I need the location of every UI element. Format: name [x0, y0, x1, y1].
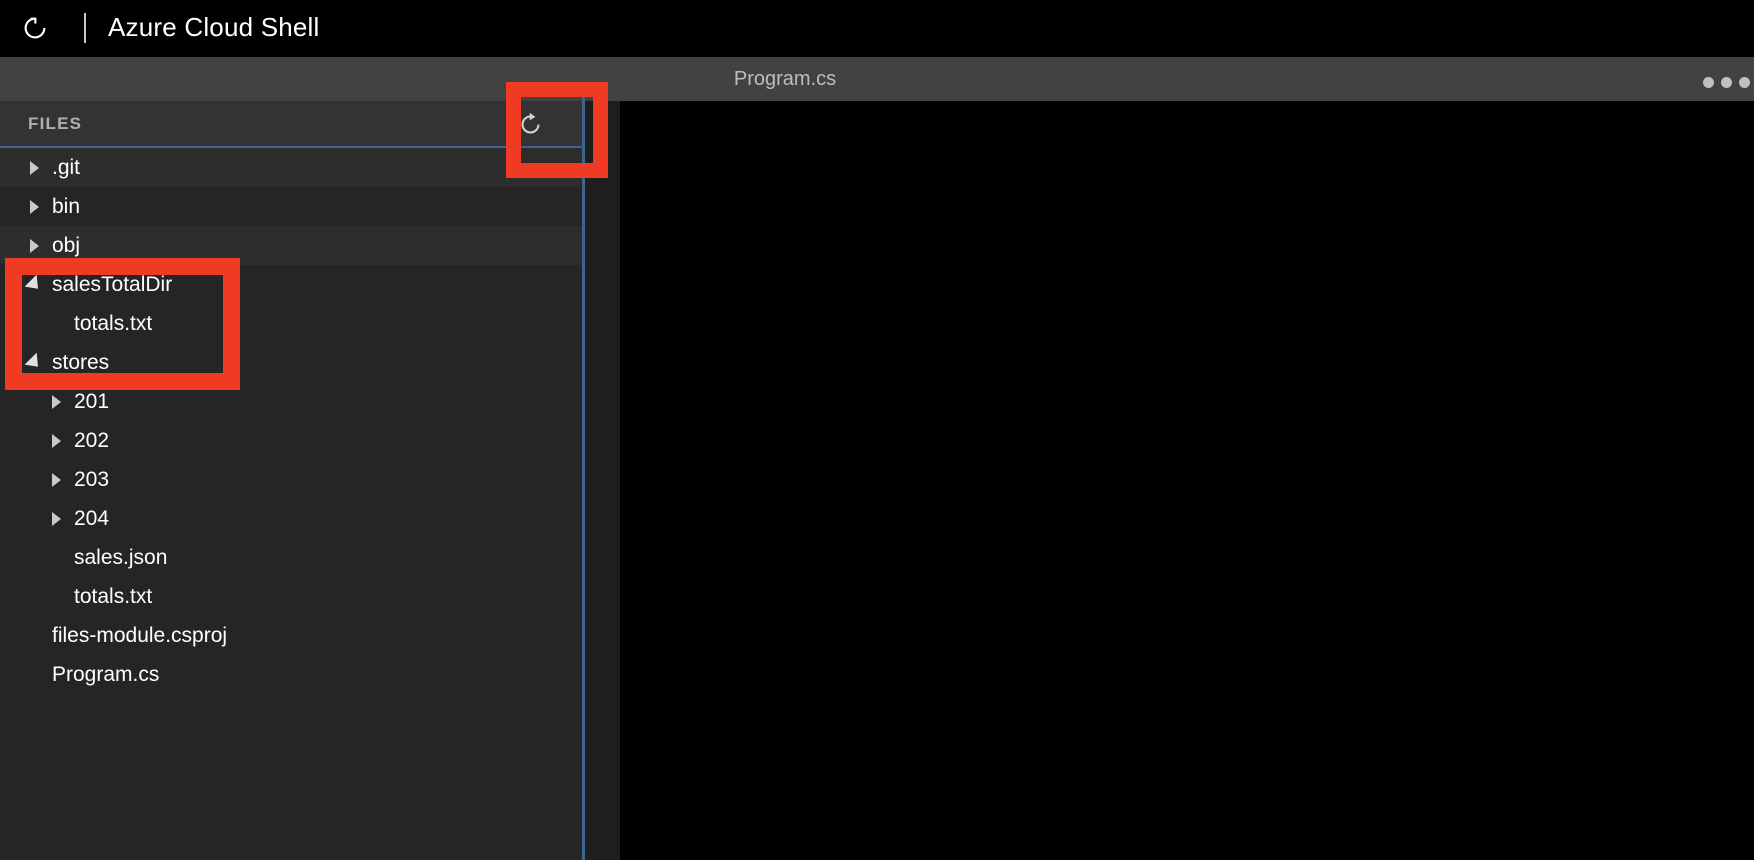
chevron-right-icon — [26, 199, 42, 215]
tree-row-inner: sales.json — [0, 546, 167, 570]
chevron-right-icon — [48, 433, 64, 449]
tree-row-inner: obj — [0, 234, 80, 258]
chevron-right-glyph — [51, 472, 61, 487]
chevron-right-glyph — [29, 160, 39, 175]
tree-item-label: 201 — [74, 389, 110, 413]
tree-item-label: 203 — [74, 467, 110, 491]
tree-folder-stores[interactable]: stores — [0, 343, 582, 382]
tree-row-inner: files-module.csproj — [0, 624, 227, 648]
tree-folder-201[interactable]: 201 — [0, 382, 582, 421]
tree-row-inner: bin — [0, 195, 80, 219]
chevron-right-glyph — [51, 394, 61, 409]
chevron-right-glyph — [29, 199, 39, 214]
tree-file-program-cs[interactable]: Program.cs — [0, 655, 582, 694]
tree-folder-git[interactable]: .git — [0, 148, 582, 187]
tree-item-label: salesTotalDir — [52, 272, 173, 296]
chevron-right-icon — [48, 394, 64, 410]
tree-item-label: sales.json — [74, 545, 168, 569]
tree-row-inner: Program.cs — [0, 663, 159, 687]
tree-item-label: obj — [52, 233, 81, 257]
tree-file-totals-txt[interactable]: totals.txt — [0, 304, 582, 343]
chevron-right-icon — [26, 160, 42, 176]
tree-item-label: 202 — [74, 428, 110, 452]
editor-gutter — [585, 101, 620, 860]
tree-folder-bin[interactable]: bin — [0, 187, 582, 226]
ellipsis-dot — [1721, 77, 1732, 88]
tree-folder-obj[interactable]: obj — [0, 226, 582, 265]
files-header: FILES — [0, 101, 582, 148]
title-separator — [84, 12, 86, 43]
chevron-down-glyph — [24, 274, 44, 295]
tree-item-label: totals.txt — [74, 584, 153, 608]
chevron-right-icon — [48, 472, 64, 488]
chevron-right-icon — [48, 511, 64, 527]
ellipsis-dot — [1703, 77, 1714, 88]
tree-item-label: files-module.csproj — [52, 623, 228, 647]
file-tree[interactable]: .git bin obj salesTotalDir totals.txt stores 2… — [0, 148, 582, 860]
tree-item-label: bin — [52, 194, 81, 218]
ellipsis-dot — [1739, 77, 1750, 88]
tree-file-files-module-csproj[interactable]: files-module.csproj — [0, 616, 582, 655]
file-panel-chrome — [0, 57, 582, 101]
tree-folder-202[interactable]: 202 — [0, 421, 582, 460]
tree-item-label: Program.cs — [52, 662, 160, 686]
tree-folder-204[interactable]: 204 — [0, 499, 582, 538]
tree-row-inner: 204 — [0, 507, 109, 531]
tree-row-inner: 202 — [0, 429, 109, 453]
refresh-icon[interactable] — [510, 106, 550, 142]
tree-row-inner: 203 — [0, 468, 109, 492]
editor-content[interactable] — [620, 101, 1754, 860]
page-title: Azure Cloud Shell — [108, 12, 320, 42]
tree-row-inner: stores — [0, 351, 109, 375]
tree-item-label: stores — [52, 350, 110, 374]
tree-folder-203[interactable]: 203 — [0, 460, 582, 499]
tree-item-label: totals.txt — [74, 311, 153, 335]
chevron-right-icon — [26, 238, 42, 254]
titlebar: Azure Cloud Shell — [0, 0, 1754, 55]
chevron-right-glyph — [51, 511, 61, 526]
restart-icon[interactable] — [18, 11, 52, 45]
tree-row-inner: salesTotalDir — [0, 273, 172, 297]
files-label: FILES — [28, 113, 83, 133]
file-panel: FILES .git bin obj salesTotalDir totals.txt s… — [0, 57, 582, 860]
tree-item-label: 204 — [74, 506, 110, 530]
chevron-right-glyph — [51, 433, 61, 448]
tree-row-inner: .git — [0, 156, 80, 180]
tab-program-cs[interactable]: Program.cs — [620, 57, 950, 101]
ellipsis-icon[interactable] — [1703, 77, 1750, 88]
chevron-down-icon — [24, 274, 44, 295]
tree-row-inner: 201 — [0, 390, 109, 414]
tree-row-inner: totals.txt — [0, 585, 152, 609]
tree-file-sales-json[interactable]: sales.json — [0, 538, 582, 577]
chevron-down-glyph — [24, 352, 44, 373]
chevron-down-icon — [24, 352, 44, 373]
tree-folder-salestotaldir[interactable]: salesTotalDir — [0, 265, 582, 304]
tree-item-label: .git — [52, 155, 81, 179]
chevron-right-glyph — [29, 238, 39, 253]
tree-row-inner: totals.txt — [0, 312, 152, 336]
tree-file-totals-txt[interactable]: totals.txt — [0, 577, 582, 616]
